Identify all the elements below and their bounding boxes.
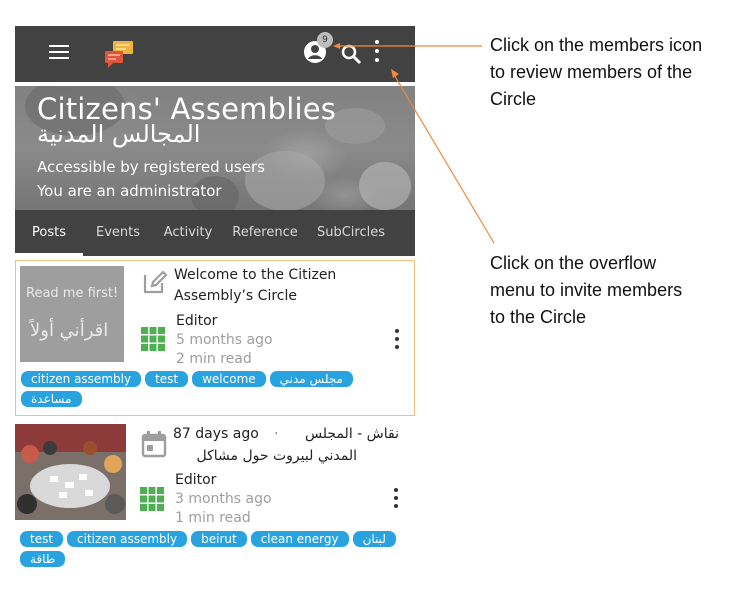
event-calendar-icon: [141, 430, 167, 458]
tab-posts[interactable]: Posts: [15, 210, 83, 256]
post-thumbnail: Read me first! اقرأني أولاً: [20, 266, 124, 362]
tab-reference[interactable]: Reference: [227, 210, 303, 256]
circle-role-text: You are an administrator: [37, 182, 222, 200]
tag[interactable]: citizen assembly: [21, 371, 142, 387]
annotation-line: menu to invite members: [490, 280, 683, 300]
post-author[interactable]: Editor: [175, 472, 216, 488]
tab-activity[interactable]: Activity: [155, 210, 221, 256]
post-date: 87 days ago: [173, 426, 259, 442]
circle-title-arabic: المجالس المدنية: [37, 120, 201, 148]
tag[interactable]: test: [20, 531, 64, 547]
tag[interactable]: citizen assembly: [67, 531, 188, 547]
annotation-line: Circle: [490, 89, 537, 109]
post-title-line1[interactable]: Welcome to the Citizen: [174, 265, 336, 286]
circle-banner: Citizens' Assemblies المجالس المدنية Acc…: [15, 86, 415, 210]
author-avatar: [138, 324, 168, 354]
app-screen: 9 Citizens' Assemblies المجالس المدنية A…: [15, 26, 415, 570]
top-app-bar: 9: [15, 26, 415, 82]
thumbnail-text: Read me first!: [26, 286, 119, 301]
annotation-line: Click on the members icon: [490, 35, 703, 55]
post-author[interactable]: Editor: [176, 313, 217, 329]
post-separator: ·: [274, 426, 279, 442]
post-card[interactable]: Read me first! اقرأني أولاً Welcome to t…: [15, 260, 415, 416]
post-tags: test citizen assembly beirut clean energy لب…: [20, 531, 412, 571]
post-age: 3 months ago: [175, 491, 272, 507]
thumbnail-text-arabic: اقرأني أولاً: [30, 320, 109, 341]
app-logo-icon: [103, 39, 137, 69]
annotation-line: Click on the overflow: [490, 253, 657, 273]
tag[interactable]: مساعدة: [21, 391, 82, 407]
menu-icon[interactable]: [49, 44, 69, 60]
members-count-badge: 9: [317, 32, 333, 48]
post-age: 5 months ago: [176, 332, 273, 348]
overflow-annotation: Click on the overflow menu to invite mem…: [490, 250, 682, 331]
circle-tabs: Posts Events Activity Reference SubCircl…: [15, 210, 415, 256]
post-more-icon[interactable]: [393, 329, 401, 353]
tag[interactable]: لبنان: [352, 531, 396, 547]
post-read-time: 2 min read: [176, 351, 252, 367]
circle-access-text: Accessible by registered users: [37, 158, 265, 176]
post-thumbnail: [15, 424, 126, 520]
tag[interactable]: مجلس مدني: [269, 371, 353, 387]
post-card[interactable]: 87 days ago · نقاش - المجلس المدني لبيرو…: [15, 422, 415, 570]
tag[interactable]: beirut: [191, 531, 247, 547]
post-more-icon[interactable]: [392, 488, 400, 512]
post-read-time: 1 min read: [175, 510, 251, 526]
more-vert-icon[interactable]: [373, 40, 381, 66]
search-icon[interactable]: [339, 42, 363, 66]
post-tags: citizen assembly test welcome مجلس مدني مساع…: [21, 371, 413, 411]
post-title-line2[interactable]: Assembly’s Circle: [174, 286, 297, 307]
tab-events[interactable]: Events: [87, 210, 149, 256]
post-title-line1[interactable]: نقاش - المجلس: [292, 424, 399, 445]
tag[interactable]: clean energy: [250, 531, 349, 547]
tag[interactable]: test: [145, 371, 189, 387]
tag[interactable]: طاقة: [20, 551, 66, 567]
annotation-line: to review members of the: [490, 62, 693, 82]
tag[interactable]: welcome: [192, 371, 266, 387]
article-edit-icon: [142, 269, 168, 294]
annotation-line: to the Circle: [490, 307, 587, 327]
post-title-line2[interactable]: المدني لبيروت حول مشاكل: [173, 446, 357, 467]
author-avatar: [137, 484, 167, 514]
tab-subcircles[interactable]: SubCircles: [311, 210, 391, 256]
members-annotation: Click on the members icon to review memb…: [490, 32, 702, 113]
